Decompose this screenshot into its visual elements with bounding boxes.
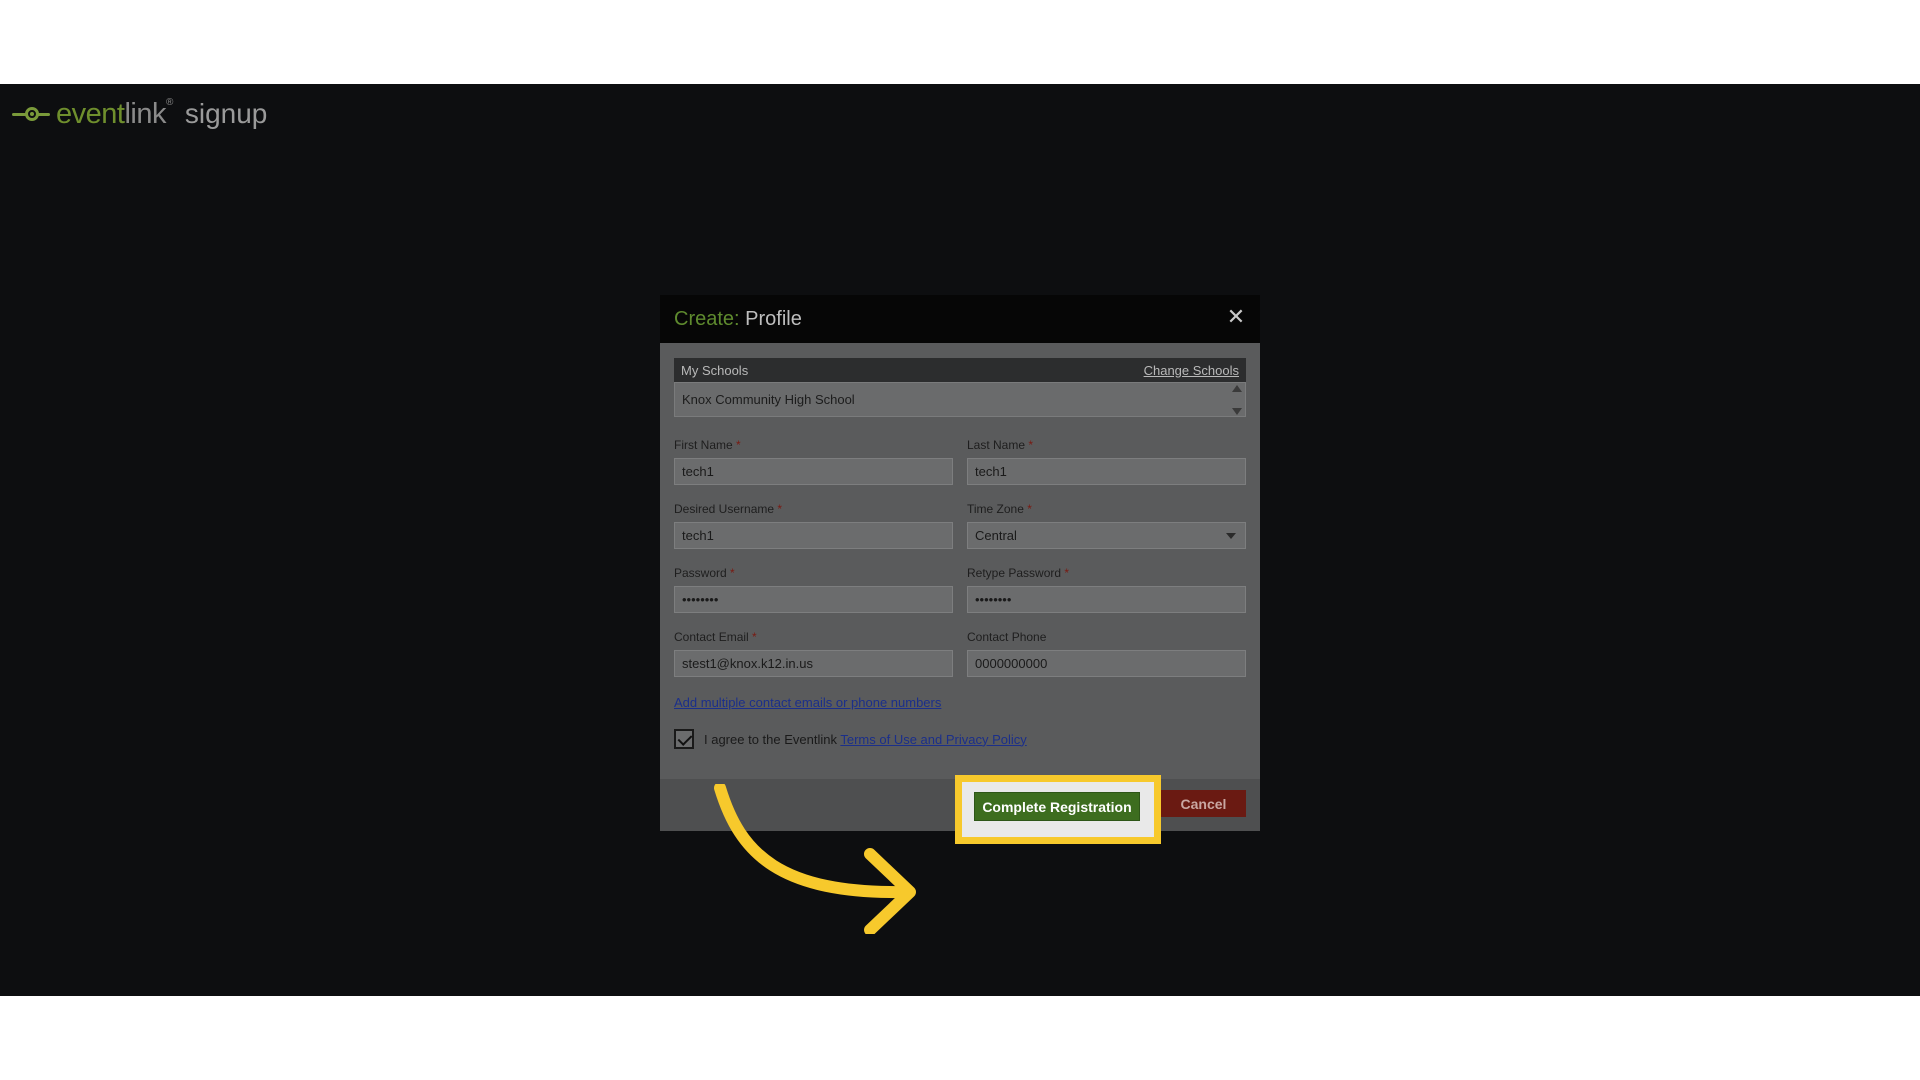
eventlink-logo-icon <box>12 102 50 126</box>
last-name-field: Last Name * tech1 <box>967 438 1246 485</box>
page-backdrop: eventlink® signup Create: Profile ✕ My S… <box>0 84 1920 996</box>
contact-phone-field: Contact Phone 0000000000 <box>967 630 1246 677</box>
contact-email-input[interactable]: stest1@knox.k12.in.us <box>674 650 953 677</box>
complete-registration-button[interactable]: Complete Registration <box>974 792 1140 821</box>
time-zone-label: Time Zone * <box>967 502 1032 516</box>
username-field: Desired Username * tech1 <box>674 502 953 549</box>
time-zone-field: Time Zone * Central <box>967 502 1246 549</box>
password-label: Password * <box>674 566 735 580</box>
dialog-title-main: Profile <box>745 307 802 330</box>
retype-password-field: Retype Password * •••••••• <box>967 566 1246 613</box>
retype-password-input[interactable]: •••••••• <box>967 586 1246 613</box>
password-field: Password * •••••••• <box>674 566 953 613</box>
last-name-label: Last Name * <box>967 438 1034 452</box>
schools-list[interactable]: Knox Community High School <box>674 382 1246 417</box>
agree-terms-checkbox[interactable] <box>674 729 694 749</box>
terms-agreement: I agree to the Eventlink Terms of Use an… <box>674 729 1027 749</box>
dialog-title-prefix: Create: <box>674 307 740 330</box>
scroll-up-icon[interactable] <box>1232 385 1242 392</box>
my-schools-header: My Schools Change Schools <box>674 358 1246 382</box>
retype-password-label: Retype Password * <box>967 566 1070 580</box>
first-name-label: First Name * <box>674 438 741 452</box>
close-icon[interactable]: ✕ <box>1224 305 1248 329</box>
time-zone-select[interactable]: Central <box>967 522 1246 549</box>
add-multiple-contacts-link[interactable]: Add multiple contact emails or phone num… <box>674 695 941 710</box>
contact-phone-input[interactable]: 0000000000 <box>967 650 1246 677</box>
brand-wordmark: eventlink® <box>56 96 173 130</box>
create-profile-dialog: Create: Profile ✕ My Schools Change Scho… <box>660 295 1260 844</box>
dialog-header: Create: Profile ✕ <box>660 295 1260 343</box>
chevron-down-icon <box>1226 533 1236 539</box>
eventlink-signup-logo: eventlink® signup <box>12 96 267 132</box>
username-label: Desired Username * <box>674 502 783 516</box>
school-list-item: Knox Community High School <box>682 392 855 407</box>
dialog-title: Create: Profile <box>674 308 802 331</box>
first-name-input[interactable]: tech1 <box>674 458 953 485</box>
my-schools-panel: My Schools Change Schools Knox Community… <box>674 358 1246 417</box>
brand-signup-label: signup <box>184 98 268 129</box>
agree-terms-text: I agree to the Eventlink Terms of Use an… <box>704 731 1027 747</box>
pointer-arrow-icon <box>714 784 916 934</box>
first-name-field: First Name * tech1 <box>674 438 953 485</box>
contact-phone-label: Contact Phone <box>967 630 1047 644</box>
contact-email-label: Contact Email * <box>674 630 757 644</box>
contact-email-field: Contact Email * stest1@knox.k12.in.us <box>674 630 953 677</box>
scroll-down-icon[interactable] <box>1232 408 1242 415</box>
time-zone-value: Central <box>975 528 1017 543</box>
password-input[interactable]: •••••••• <box>674 586 953 613</box>
change-schools-link[interactable]: Change Schools <box>1144 363 1239 378</box>
cancel-button[interactable]: Cancel <box>1161 790 1246 817</box>
terms-privacy-link[interactable]: Terms of Use and Privacy Policy <box>840 732 1026 747</box>
username-input[interactable]: tech1 <box>674 522 953 549</box>
my-schools-label: My Schools <box>681 362 749 378</box>
last-name-input[interactable]: tech1 <box>967 458 1246 485</box>
schools-scrollbar[interactable] <box>1231 385 1243 415</box>
